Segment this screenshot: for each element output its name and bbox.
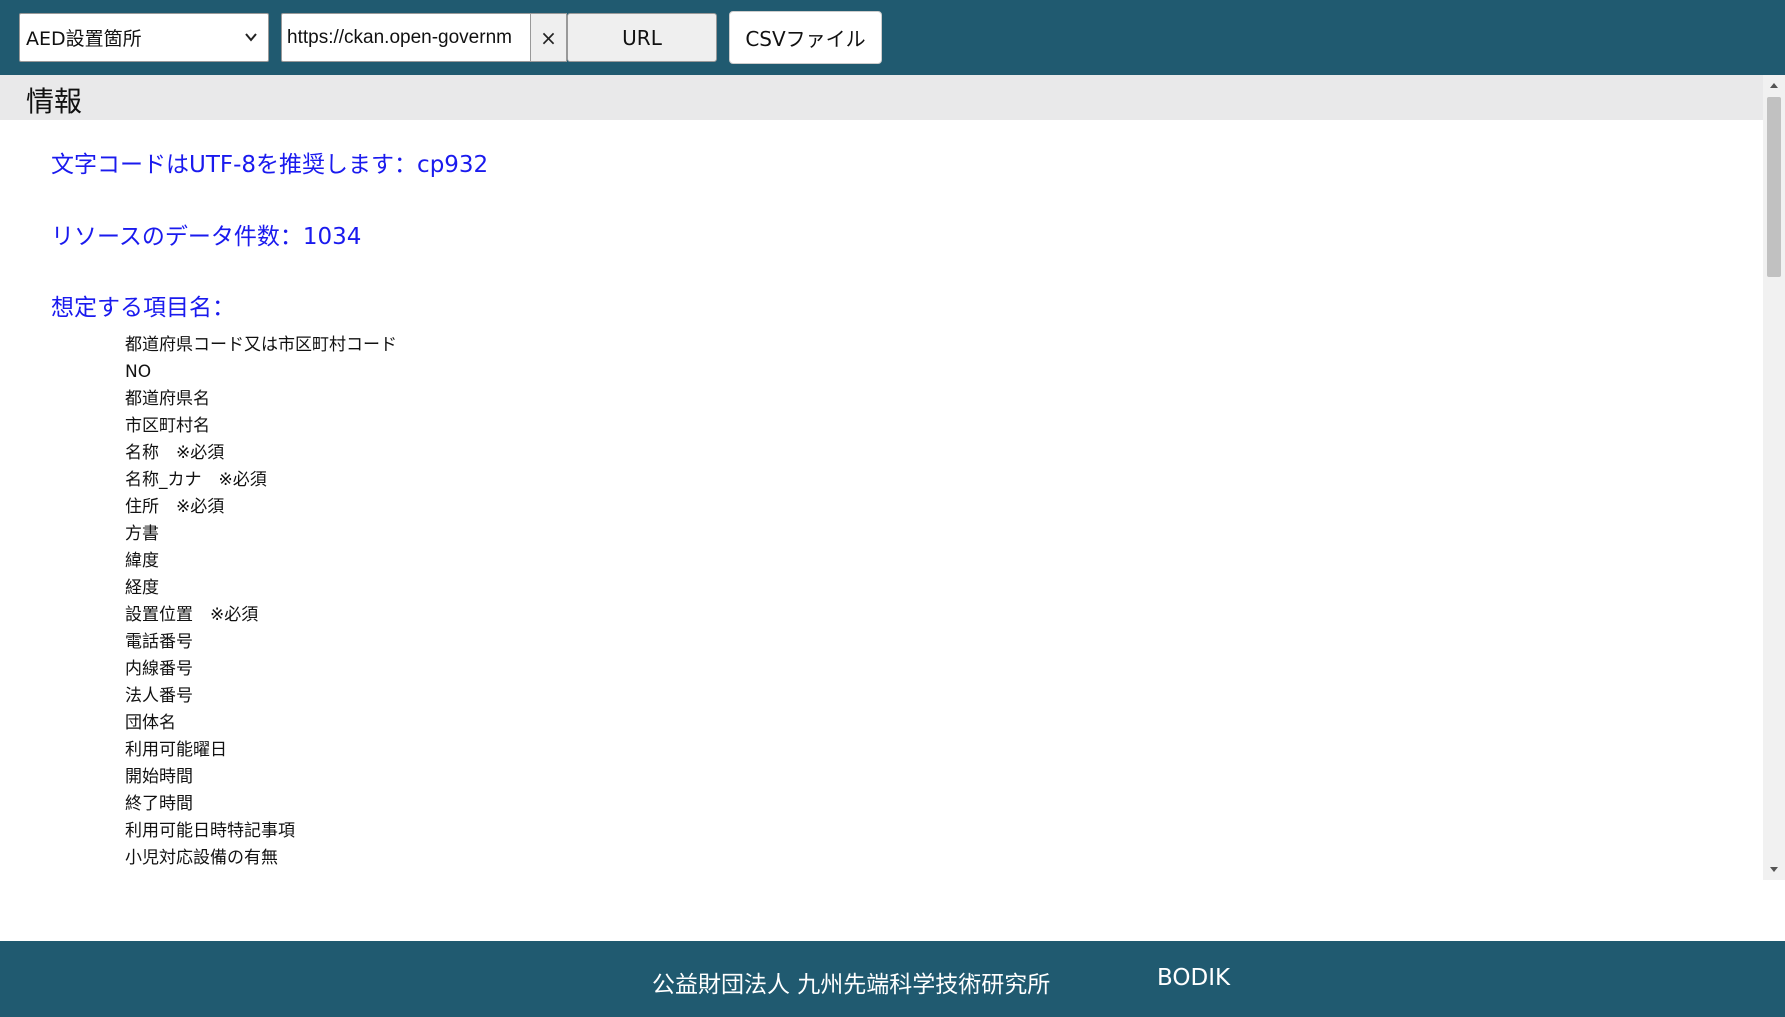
list-item: 利用可能曜日	[125, 740, 227, 760]
scroll-up-arrow-icon[interactable]	[1763, 75, 1785, 95]
scrollbar-thumb[interactable]	[1767, 97, 1781, 277]
list-item: 終了時間	[125, 794, 193, 814]
fields-heading: 想定する項目名：	[51, 295, 235, 321]
url-input[interactable]	[281, 13, 531, 62]
list-item: 名称 ※必須	[125, 443, 225, 463]
footer-org-link[interactable]: 公益財団法人 九州先端科学技術研究所	[652, 965, 1050, 999]
dataset-select[interactable]: AED設置箇所	[19, 13, 269, 62]
record-count-info: リソースのデータ件数：1034	[51, 224, 362, 250]
section-header: 情報	[0, 75, 1763, 120]
vertical-scrollbar[interactable]	[1763, 75, 1785, 880]
footer-bodik-link[interactable]: BODIK	[1157, 965, 1230, 991]
encoding-info: 文字コードはUTF-8を推奨します：cp932	[51, 152, 489, 178]
csv-button-label: CSVファイル	[745, 27, 866, 51]
list-item: 小児対応設備の有無	[125, 848, 278, 868]
list-item: 開始時間	[125, 767, 193, 787]
top-toolbar: AED設置箇所 × URL CSVファイル	[0, 0, 1785, 75]
list-item: 経度	[125, 578, 159, 598]
list-item: 住所 ※必須	[125, 497, 225, 517]
chevron-down-icon	[245, 33, 257, 42]
scroll-down-arrow-icon[interactable]	[1763, 860, 1785, 880]
list-item: 内線番号	[125, 659, 193, 679]
url-button-label: URL	[622, 25, 662, 50]
list-item: 電話番号	[125, 632, 193, 652]
list-item: 方書	[125, 524, 159, 544]
list-item: 設置位置 ※必須	[125, 605, 259, 625]
list-item: 団体名	[125, 713, 176, 733]
csv-file-button[interactable]: CSVファイル	[729, 11, 882, 64]
list-item: 緯度	[125, 551, 159, 571]
info-panel: 情報 文字コードはUTF-8を推奨します：cp932 リソースのデータ件数：10…	[0, 75, 1785, 880]
list-item: 市区町村名	[125, 416, 210, 436]
list-item: 都道府県名	[125, 389, 210, 409]
dataset-select-value: AED設置箇所	[26, 28, 142, 50]
list-item: NO	[125, 362, 152, 382]
footer: 公益財団法人 九州先端科学技術研究所 BODIK	[0, 941, 1785, 1017]
expected-fields-list: 都道府県コード又は市区町村コード NO 都道府県名 市区町村名 名称 ※必須 名…	[125, 332, 397, 872]
list-item: 法人番号	[125, 686, 193, 706]
section-title: 情報	[26, 85, 83, 118]
close-icon: ×	[540, 25, 557, 50]
list-item: 名称_カナ ※必須	[125, 470, 267, 490]
clear-url-button[interactable]: ×	[531, 13, 567, 62]
list-item: 利用可能日時特記事項	[125, 821, 295, 841]
list-item: 都道府県コード又は市区町村コード	[125, 335, 397, 355]
url-load-button[interactable]: URL	[567, 13, 717, 62]
